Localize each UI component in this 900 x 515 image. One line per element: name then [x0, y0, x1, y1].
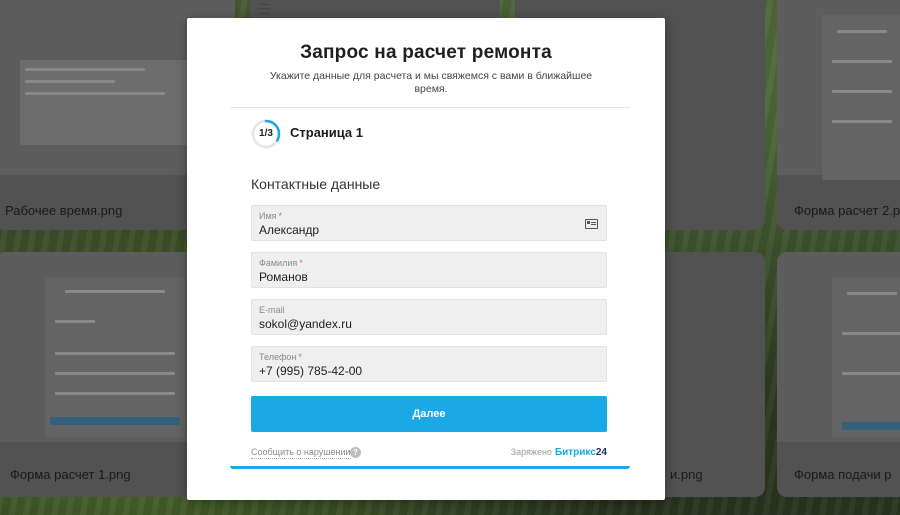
section-title: Контактные данные — [251, 176, 381, 192]
field-label: Телефон * — [259, 352, 302, 362]
required-mark: * — [278, 211, 283, 221]
help-icon[interactable]: ? — [350, 447, 361, 458]
email-field[interactable]: E-mail sokol@yandex.ru — [251, 299, 607, 335]
brand-logo: Битрикс — [554, 447, 596, 458]
required-mark: * — [299, 258, 303, 268]
field-value: Романов — [259, 270, 308, 284]
brand-logo-suffix: 24 — [595, 447, 607, 458]
required-mark: * — [298, 352, 302, 362]
form-bottom-accent — [230, 466, 630, 469]
field-label: E-mail — [259, 305, 285, 315]
phone-field[interactable]: Телефон * +7 (995) 785-42-00 — [251, 346, 607, 382]
form-subtitle: Укажите данные для расчета и мы свяжемся… — [269, 70, 593, 95]
field-label: Фамилия * — [259, 258, 303, 268]
field-value: Александр — [259, 223, 320, 237]
field-label: Имя * — [259, 211, 283, 221]
powered-by[interactable]: Заряжено Битрикс24 — [511, 447, 607, 458]
last-name-field[interactable]: Фамилия * Романов — [251, 252, 607, 288]
page-title: Страница 1 — [290, 125, 363, 140]
progress-label: 1/3 — [259, 128, 273, 139]
progress-indicator: 1/3 — [251, 119, 281, 149]
form-title: Запрос на расчет ремонта — [300, 42, 552, 63]
next-button[interactable]: Далее — [251, 396, 607, 432]
divider — [230, 107, 630, 108]
field-value: +7 (995) 785-42-00 — [259, 364, 363, 378]
contact-card-icon[interactable] — [585, 219, 598, 229]
form-modal: Запрос на расчет ремонта Укажите данные … — [187, 18, 665, 500]
field-value: sokol@yandex.ru — [259, 317, 352, 331]
report-violation-link[interactable]: Сообщить о нарушении — [251, 447, 351, 459]
first-name-field[interactable]: Имя * Александр — [251, 205, 607, 241]
powered-by-label: Заряжено — [510, 447, 552, 457]
